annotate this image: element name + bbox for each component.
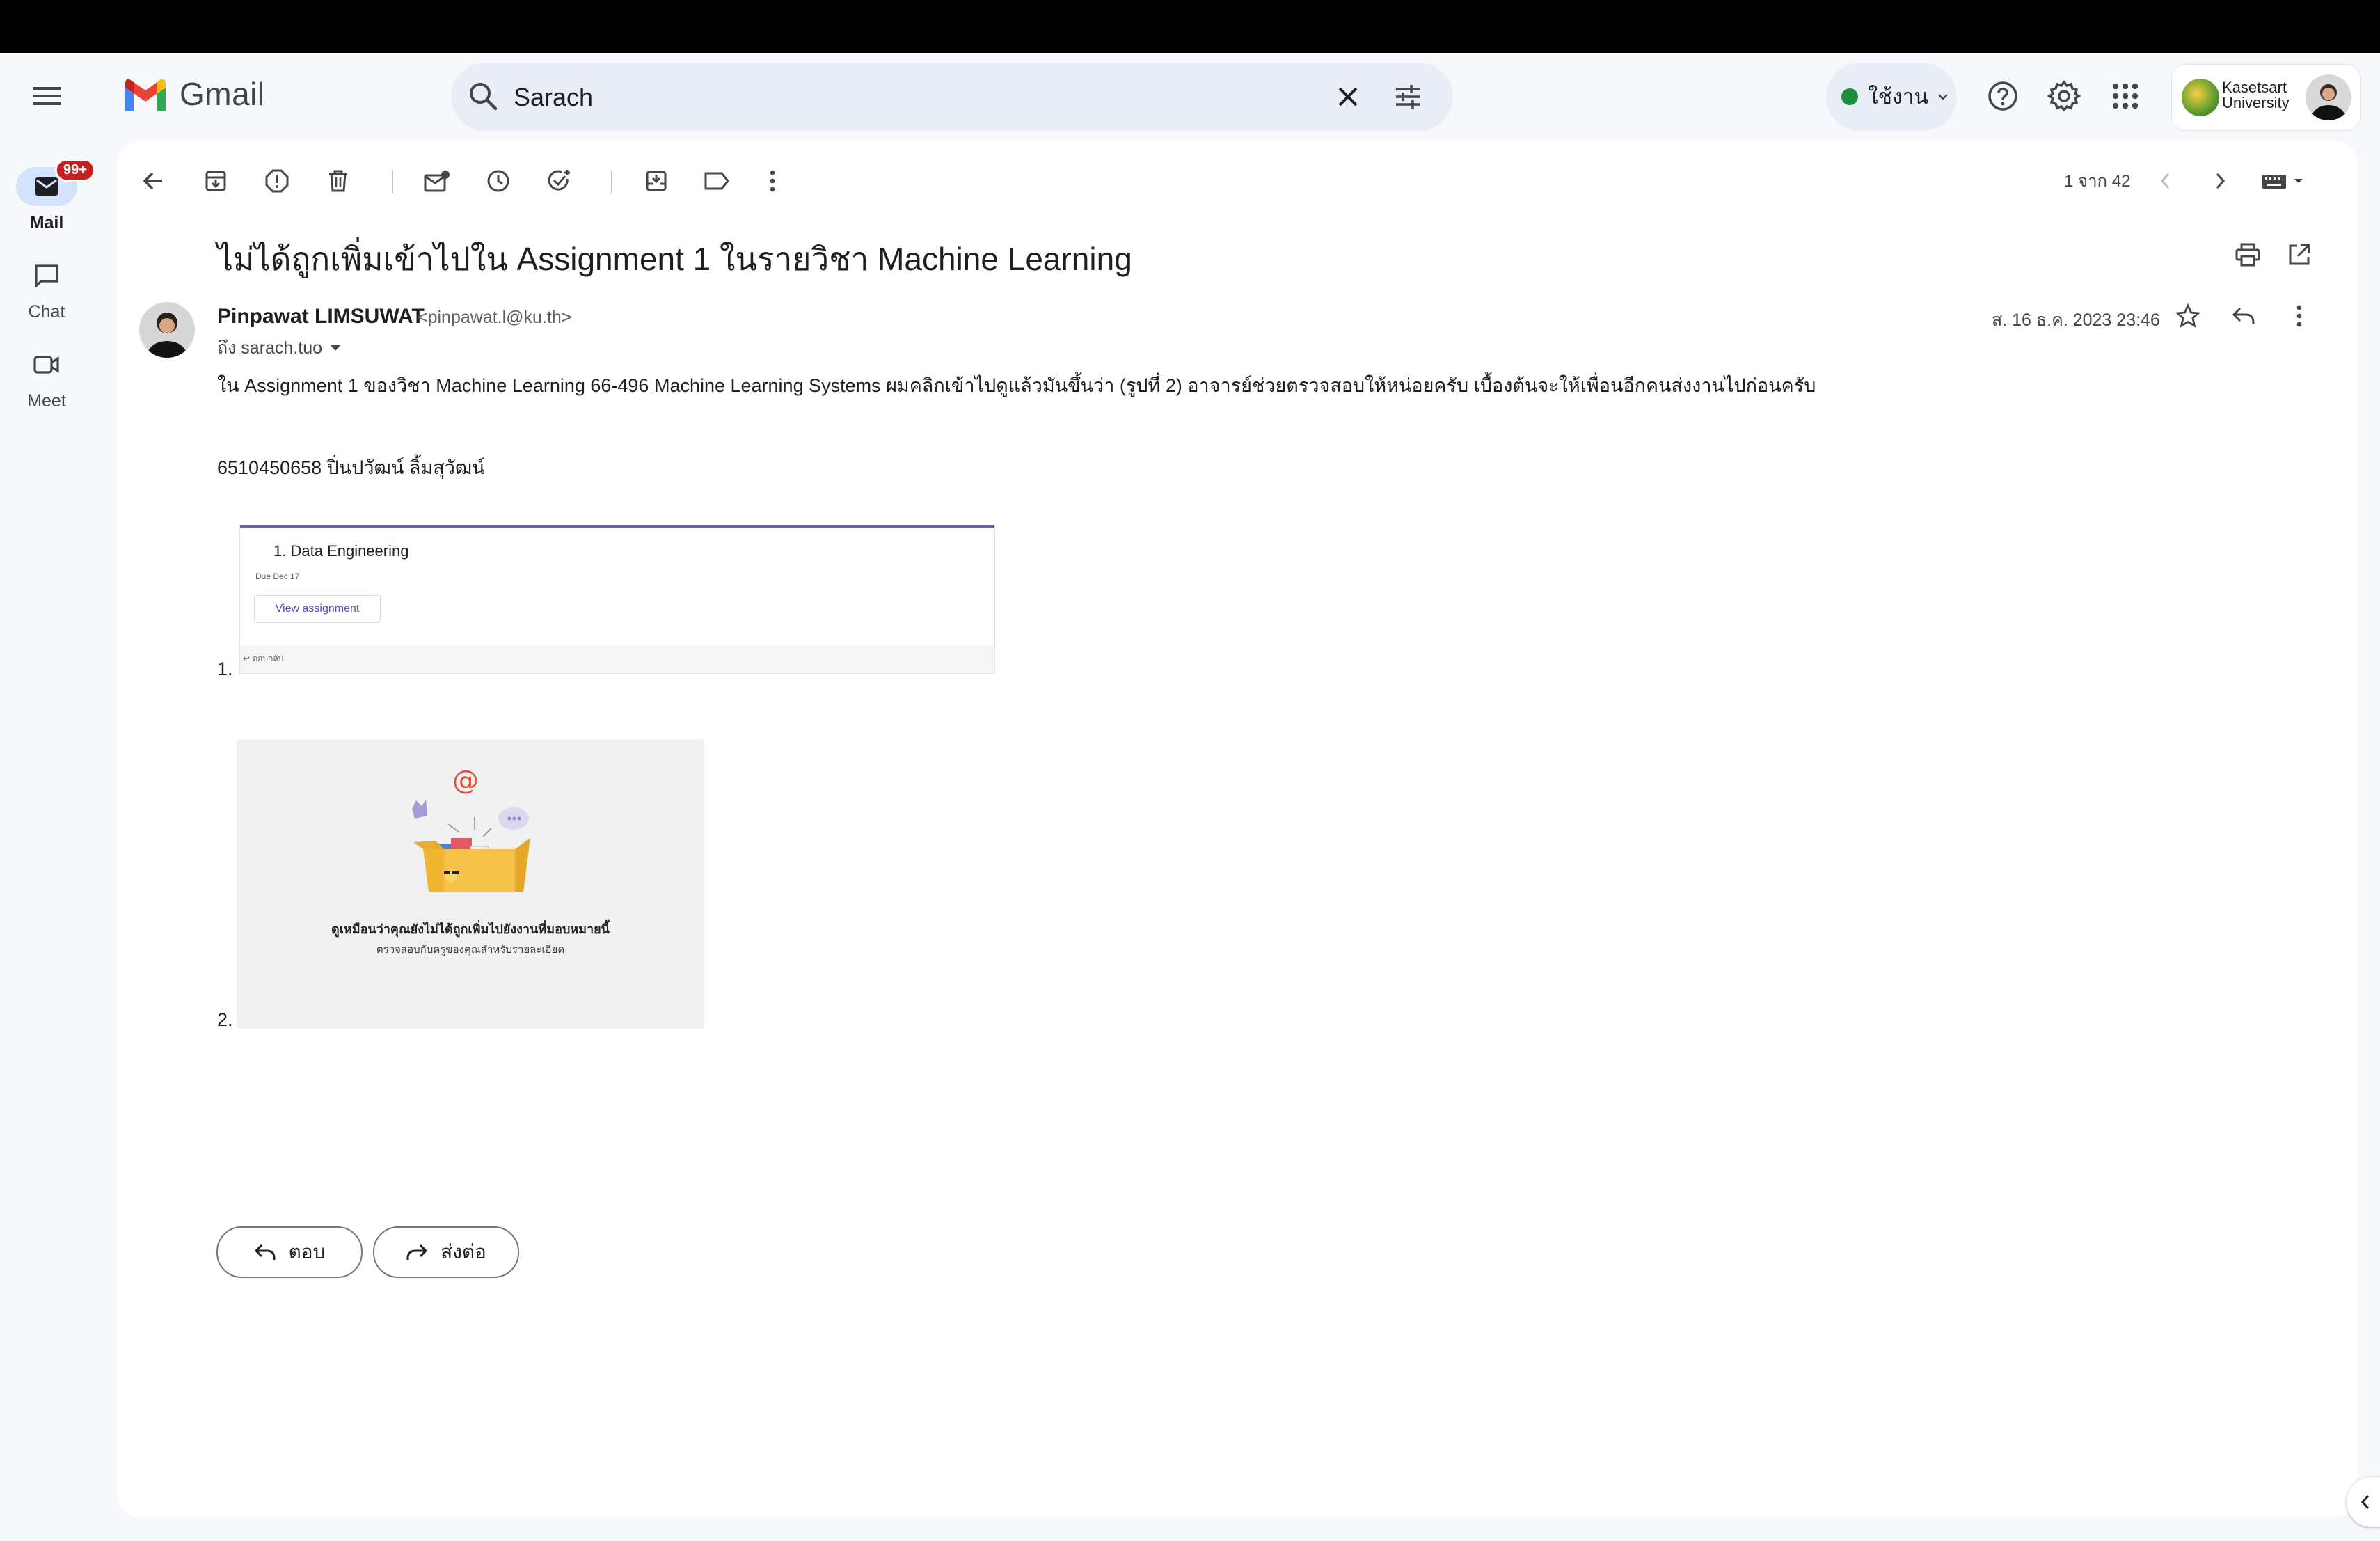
image-footer-text: ↩ ตอบกลับ [243,654,284,663]
input-tools-keyboard-icon[interactable] [2252,159,2319,203]
chevron-left-icon [2361,1495,2370,1509]
account-switcher[interactable]: Kasetsart University [2171,64,2361,131]
org-name: Kasetsart University [2222,79,2290,111]
notice-heading: ดูเหมือนว่าคุณยังไม่ได้ถูกเพิ่มไปยังงานท… [331,922,610,936]
status-selector[interactable]: ใช้งาน [1826,63,1957,131]
mail-icon [35,177,58,196]
rail-mail[interactable]: 99+ Mail [0,159,95,233]
forward-button[interactable]: ส่งต่อ [373,1226,519,1278]
search-icon[interactable] [466,79,501,114]
notice-subtext: ตรวจสอบกับครูของคุณสำหรับรายละเอียด [376,944,565,956]
attached-image-classroom-assignment[interactable]: 1. Data Engineering Due Dec 17 View assi… [239,525,995,674]
google-apps-icon[interactable] [2100,71,2150,121]
older-chevron-right-icon[interactable] [2198,159,2242,203]
more-vert-icon[interactable] [750,159,795,203]
rail-chat-label: Chat [28,302,65,322]
kasetsart-logo-icon [2182,79,2219,116]
email-body-signature: 6510450658 ปิ่นปวัฒน์ ลิ้มสุวัฒน์ [217,457,485,478]
forward-button-label: ส่งต่อ [441,1241,486,1263]
gmail-wordmark: Gmail [180,76,265,112]
email-subject: ไม่ได้ถูกเพิ่มเข้าไปใน Assignment 1 ในรา… [217,241,1132,277]
open-in-new-window-icon[interactable] [2277,232,2322,277]
rail-meet-label: Meet [27,391,66,411]
list-number-1: 1. [217,658,233,679]
reply-arrow-icon [254,1244,276,1260]
main-menu-icon[interactable] [21,70,74,123]
unread-badge: 99+ [55,159,95,182]
mark-unread-icon[interactable] [415,159,459,203]
image-due-date: Due Dec 17 [255,571,300,581]
email-body-paragraph: ใน Assignment 1 ของวิชา Machine Learning… [217,375,1816,396]
move-to-icon[interactable] [634,159,679,203]
search-options-icon[interactable] [1390,79,1425,114]
attached-image-not-added-notice[interactable]: @ ดูเหมือนว่าคุณยังไม่ได้ถูกเพิ่มไปยังงา… [237,739,704,1029]
list-number-2: 2. [217,1009,233,1030]
status-label: ใช้งาน [1868,85,1929,109]
email-date: ส. 16 ธ.ค. 2023 23:46 [1992,310,2160,330]
show-details-dropdown-icon[interactable] [329,343,342,353]
rail-meet[interactable]: Meet [0,345,93,411]
toolbar-divider [392,170,393,193]
rail-mail-label: Mail [29,213,64,232]
search-input[interactable] [512,77,1280,118]
snooze-clock-icon[interactable] [476,159,521,203]
delete-trash-icon[interactable] [316,159,360,203]
image-assignment-title: 1. Data Engineering [273,542,409,560]
image-accent-line [240,525,994,528]
search-bar[interactable] [451,63,1453,131]
toolbar-divider [611,170,612,193]
message-view: 1 จาก 42 ไม่ได้ถูกเพิ่มเข้าไปใน Assignme… [117,141,2358,1517]
settings-gear-icon[interactable] [2039,71,2089,121]
label-tag-icon[interactable] [695,159,739,203]
recipients-label: ถึง sarach.tuo [217,338,323,358]
recipients[interactable]: ถึง sarach.tuo [217,334,342,362]
archive-icon[interactable] [193,159,238,203]
report-spam-icon[interactable] [255,159,299,203]
video-camera-icon [33,356,59,374]
reply-icon[interactable] [2221,294,2266,338]
sender-avatar[interactable] [139,302,195,358]
message-more-vert-icon[interactable] [2277,294,2322,338]
status-dot [1841,88,1858,105]
forward-arrow-icon [406,1244,428,1260]
add-to-tasks-icon[interactable] [537,159,582,203]
newer-chevron-left-icon[interactable] [2143,159,2188,203]
chat-icon [35,264,58,287]
svg-text:@: @ [452,765,479,796]
star-icon[interactable] [2166,294,2210,338]
reply-button[interactable]: ตอบ [216,1226,363,1278]
system-top-bar [0,0,2380,53]
empty-box-illustration: @ [412,765,530,892]
reply-button-label: ตอบ [288,1241,326,1263]
pager-count: 1 จาก 42 [2064,172,2131,191]
chevron-down-icon [1935,89,1951,104]
help-icon[interactable] [1978,71,2028,121]
account-avatar[interactable] [2306,74,2351,120]
image-view-assignment-button: View assignment [254,595,381,623]
gmail-logo[interactable]: Gmail [122,75,265,113]
image-footer: ↩ ตอบกลับ [240,645,994,673]
clear-search-icon[interactable] [1331,79,1365,114]
sender-name[interactable]: Pinpawat LIMSUWAT [217,305,425,329]
print-icon[interactable] [2226,232,2270,277]
sender-email: <pinpawat.l@ku.th> [418,308,572,327]
rail-chat[interactable]: Chat [0,256,93,322]
back-arrow-icon[interactable] [131,159,175,203]
gmail-m-icon [125,79,166,111]
